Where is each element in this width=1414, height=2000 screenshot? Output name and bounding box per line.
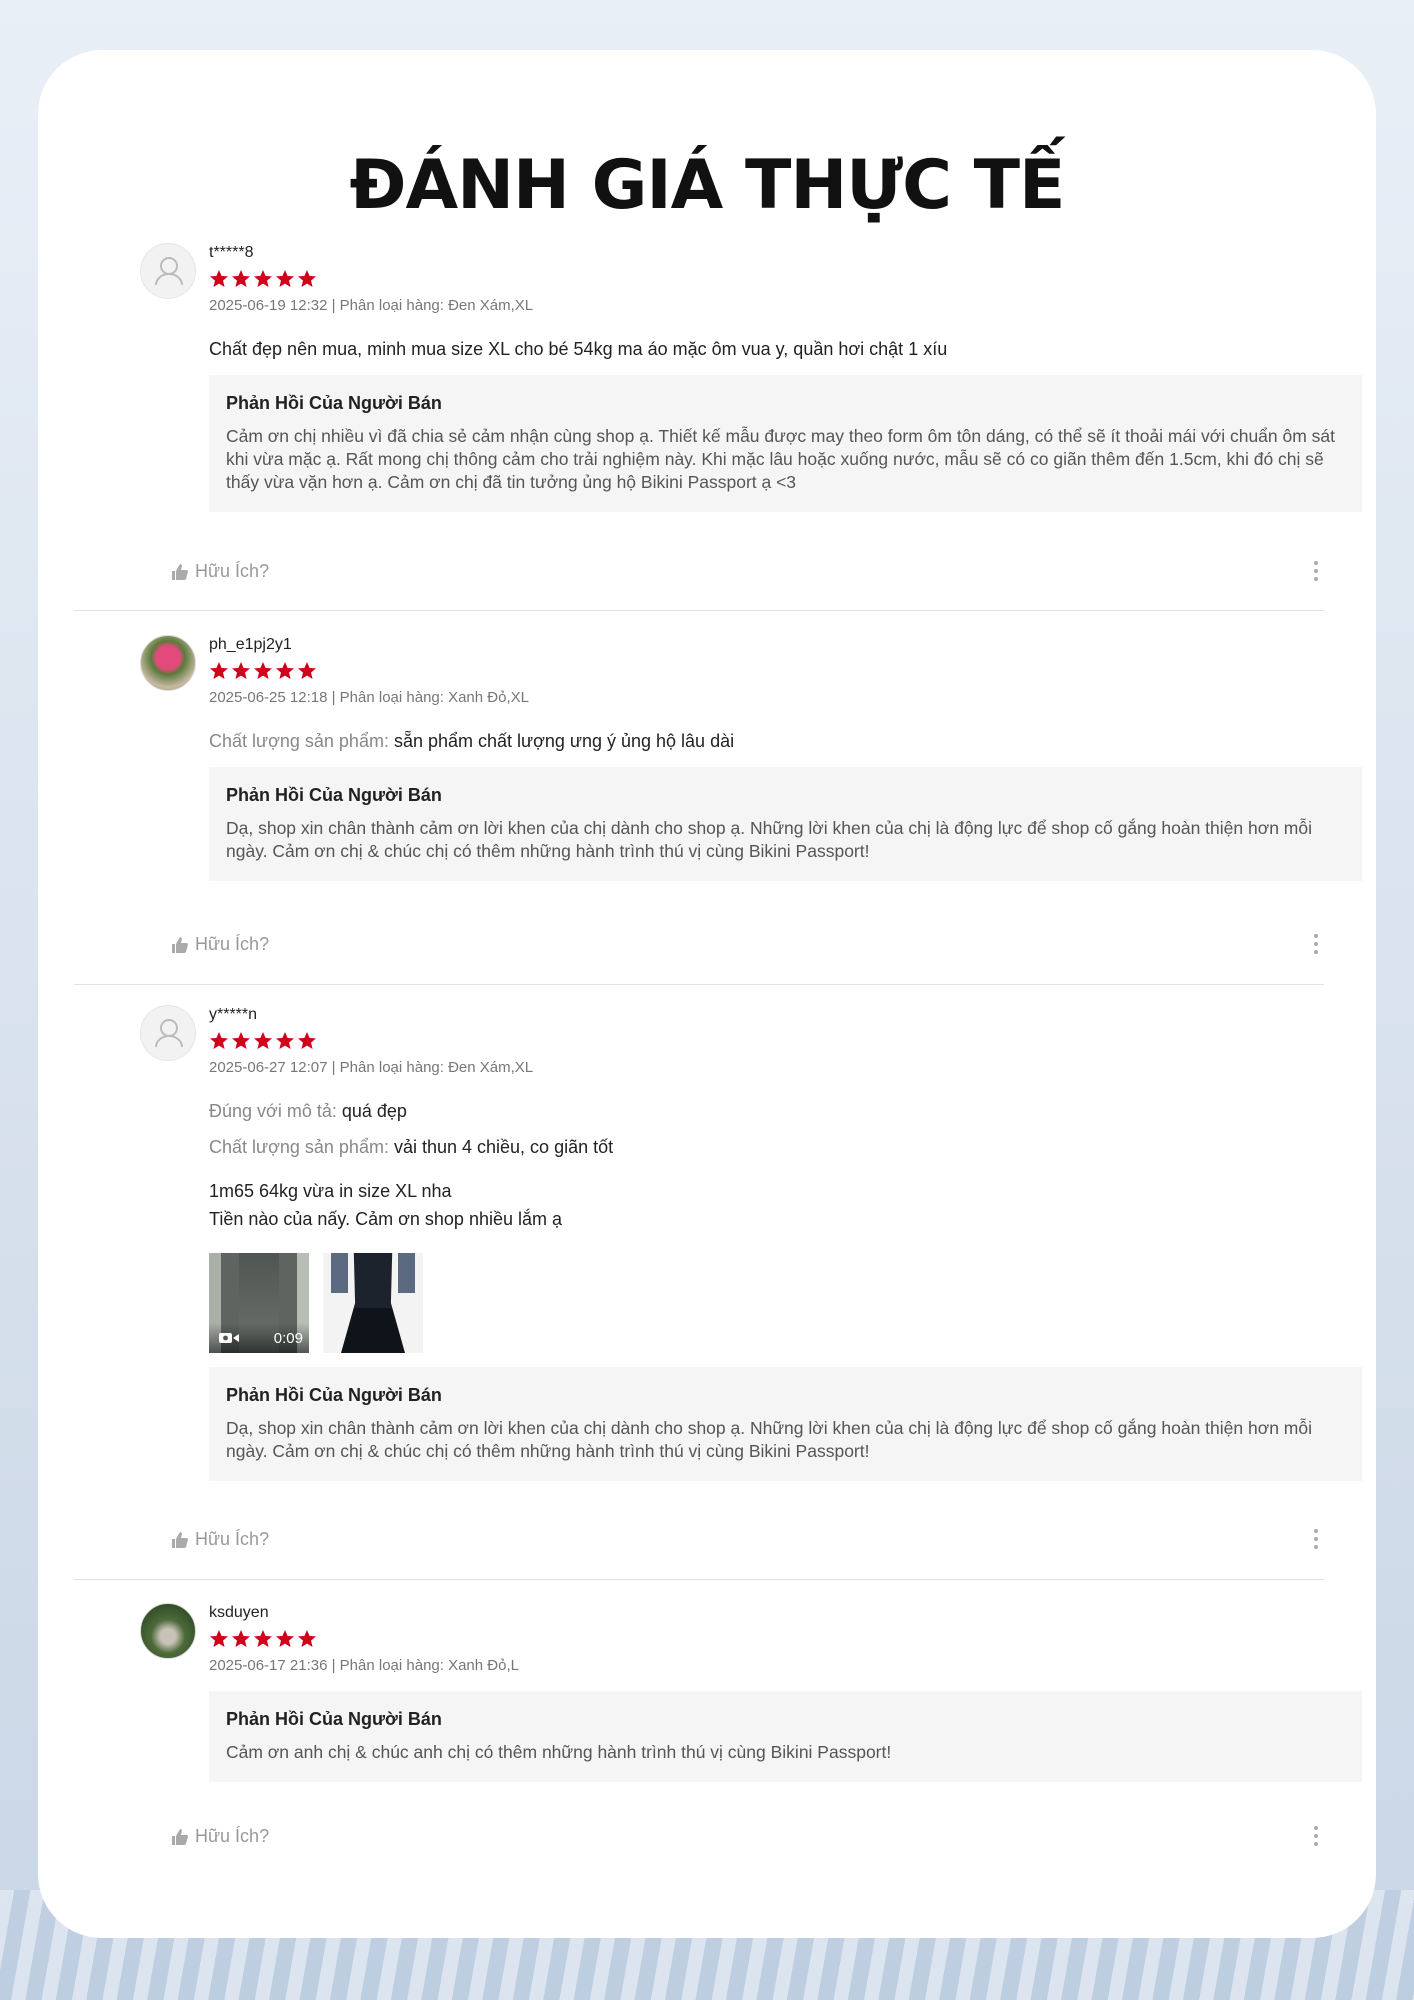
seller-reply-text: Dạ, shop xin chân thành cảm ơn lời khen …	[226, 818, 1312, 861]
star-icon	[254, 1630, 272, 1647]
star-icon	[298, 1630, 316, 1647]
star-icon	[210, 662, 228, 679]
rating-stars	[209, 269, 1362, 291]
more-options-icon[interactable]	[1306, 1527, 1326, 1551]
attribute-value: quá đẹp	[341, 1101, 407, 1121]
seller-reply-text: Dạ, shop xin chân thành cảm ơn lời khen …	[226, 1418, 1312, 1461]
seller-reply-title: Phản Hồi Của Người Bán	[226, 1385, 442, 1405]
review-video-thumbnail[interactable]: 0:09	[209, 1253, 309, 1353]
helpful-button[interactable]: Hữu Ích?	[171, 1826, 269, 1847]
helpful-button[interactable]: Hữu Ích?	[171, 1529, 269, 1550]
helpful-label: Hữu Ích?	[195, 934, 270, 954]
star-icon	[210, 1630, 228, 1647]
thumbs-up-icon	[172, 936, 188, 953]
divider	[74, 984, 1324, 985]
thumbs-up-icon	[172, 1828, 188, 1845]
attribute-label: Chất lượng sản phẩm:	[209, 731, 389, 751]
thumbs-up-icon	[172, 1531, 188, 1548]
video-duration: 0:09	[273, 1329, 303, 1347]
star-icon	[254, 1032, 272, 1049]
more-options-icon[interactable]	[1306, 932, 1326, 956]
divider	[74, 610, 1324, 611]
seller-reply-text: Cảm ơn chị nhiều vì đã chia sẻ cảm nhận …	[226, 426, 1336, 492]
helpful-button[interactable]: Hữu Ích?	[171, 561, 269, 582]
star-icon	[210, 1032, 228, 1049]
video-bar: 0:09	[209, 1323, 309, 1353]
review-attribute: Đúng với mô tả: quá đẹp	[209, 1099, 1362, 1123]
review-username: ksduyen	[209, 1604, 269, 1621]
attribute-value: vải thun 4 chiều, co giãn tốt	[393, 1137, 614, 1157]
seller-reply-title: Phản Hồi Của Người Bán	[226, 393, 442, 413]
rating-stars	[209, 661, 1362, 683]
seller-reply-title: Phản Hồi Của Người Bán	[226, 785, 442, 805]
helpful-label: Hữu Ích?	[195, 1826, 270, 1846]
review-comment: Chất đẹp nên mua, minh mua size XL cho b…	[209, 339, 948, 359]
seller-reply-text: Cảm ơn anh chị & chúc anh chị có thêm nh…	[226, 1742, 892, 1762]
star-icon	[232, 662, 250, 679]
review-comment-line: Tiền nào của nấy. Cảm ơn shop nhiều lắm …	[209, 1209, 563, 1229]
review-attribute: Chất lượng sản phẩm: vải thun 4 chiều, c…	[209, 1135, 1362, 1159]
helpful-label: Hữu Ích?	[195, 561, 270, 581]
seller-reply: Phản Hồi Của Người Bán Dạ, shop xin chân…	[209, 767, 1362, 881]
helpful-label: Hữu Ích?	[195, 1529, 270, 1549]
avatar[interactable]	[140, 1603, 196, 1659]
review-card: ĐÁNH GIÁ THỰC TẾ t*****8 2025-06-19 12:3…	[38, 50, 1376, 1938]
star-icon	[276, 662, 294, 679]
more-options-icon[interactable]	[1306, 1824, 1326, 1848]
review-username: ph_e1pj2y1	[209, 636, 292, 653]
avatar-default-icon[interactable]	[140, 243, 196, 299]
attribute-value: sẵn phẩm chất lượng ưng ý ủng hộ lâu dài	[393, 731, 735, 751]
attribute-label: Đúng với mô tả:	[209, 1101, 337, 1121]
helpful-button[interactable]: Hữu Ích?	[171, 934, 269, 955]
review-username: t*****8	[209, 244, 254, 261]
page-title: ĐÁNH GIÁ THỰC TẾ	[349, 146, 1065, 225]
seller-reply: Phản Hồi Của Người Bán Cảm ơn anh chị & …	[209, 1691, 1362, 1782]
review-meta: 2025-06-27 12:07 | Phân loại hàng: Đen X…	[209, 1059, 534, 1076]
review-media: 0:09	[209, 1253, 1362, 1353]
star-icon	[298, 1032, 316, 1049]
more-options-icon[interactable]	[1306, 559, 1326, 583]
review-photo-thumbnail[interactable]	[323, 1253, 423, 1353]
review-attribute: Chất lượng sản phẩm: sẵn phẩm chất lượng…	[209, 729, 1362, 753]
seller-reply: Phản Hồi Của Người Bán Dạ, shop xin chân…	[209, 1367, 1362, 1481]
rating-stars	[209, 1629, 1362, 1651]
star-icon	[254, 270, 272, 287]
review-meta: 2025-06-25 12:18 | Phân loại hàng: Xanh …	[209, 689, 529, 706]
seller-reply: Phản Hồi Của Người Bán Cảm ơn chị nhiều …	[209, 375, 1362, 512]
review-username: y*****n	[209, 1006, 258, 1023]
star-icon	[232, 1032, 250, 1049]
thumbs-up-icon	[172, 563, 188, 580]
star-icon	[298, 270, 316, 287]
review-meta: 2025-06-19 12:32 | Phân loại hàng: Đen X…	[209, 297, 534, 314]
star-icon	[276, 1032, 294, 1049]
star-icon	[276, 1630, 294, 1647]
attribute-label: Chất lượng sản phẩm:	[209, 1137, 389, 1157]
star-icon	[210, 270, 228, 287]
review-comment-line: 1m65 64kg vừa in size XL nha	[209, 1181, 452, 1201]
star-icon	[254, 662, 272, 679]
review-meta: 2025-06-17 21:36 | Phân loại hàng: Xanh …	[209, 1657, 519, 1674]
divider	[74, 1579, 1324, 1580]
video-camera-icon	[219, 1333, 239, 1343]
star-icon	[276, 270, 294, 287]
rating-stars	[209, 1031, 1362, 1053]
star-icon	[232, 270, 250, 287]
star-icon	[232, 1630, 250, 1647]
avatar[interactable]	[140, 635, 196, 691]
star-icon	[298, 662, 316, 679]
seller-reply-title: Phản Hồi Của Người Bán	[226, 1709, 442, 1729]
avatar-default-icon[interactable]	[140, 1005, 196, 1061]
